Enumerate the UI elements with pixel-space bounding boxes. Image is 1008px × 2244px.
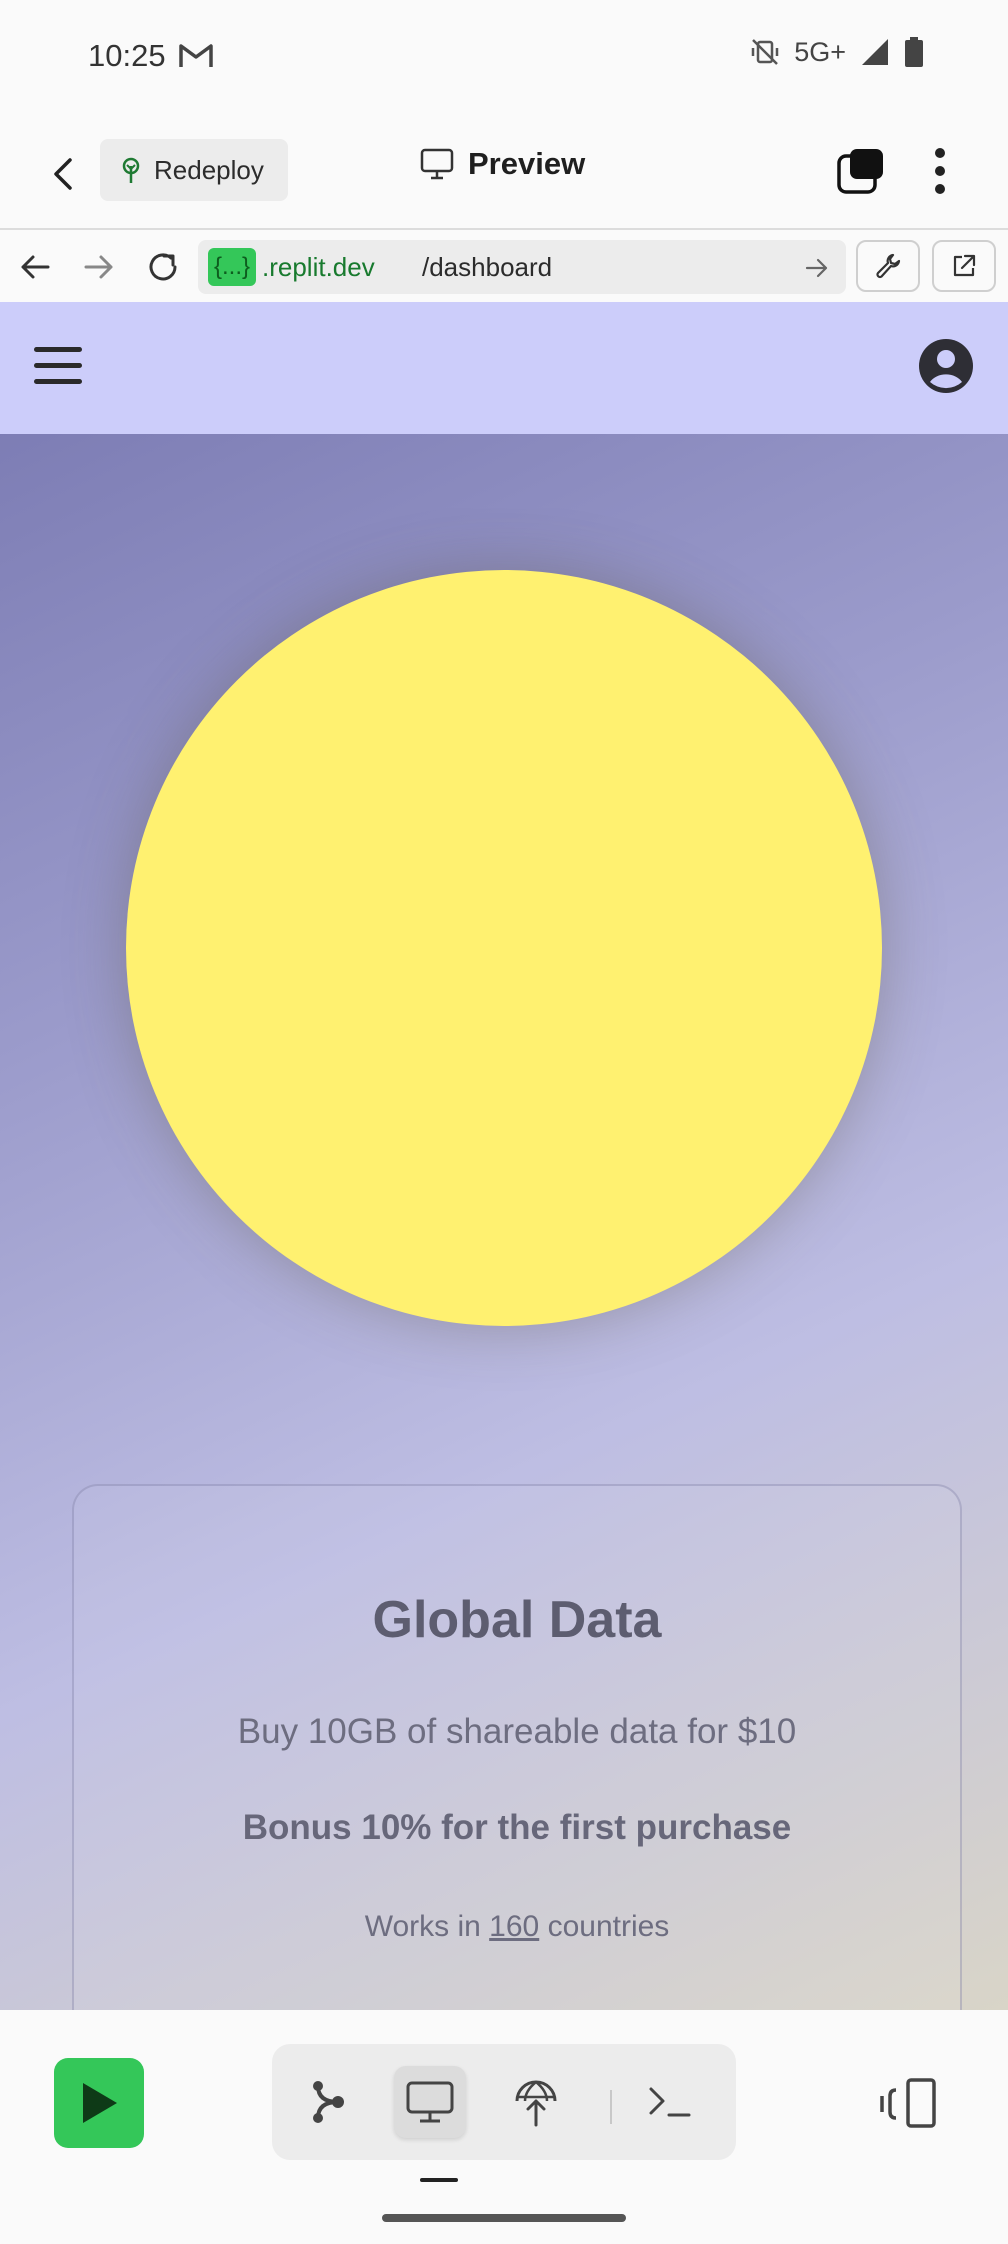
redeploy-icon [122, 157, 140, 183]
console-button[interactable] [634, 2066, 706, 2138]
web-preview: Global Data Buy 10GB of shareable data f… [0, 302, 1008, 2010]
tabs-icon[interactable] [836, 146, 886, 196]
card-subtitle: Buy 10GB of shareable data for $10 [237, 1712, 797, 1751]
battery-icon [905, 37, 923, 67]
preview-tab-button[interactable] [394, 2066, 466, 2138]
git-icon [313, 2081, 344, 2123]
status-icons: 5G+ [750, 36, 924, 68]
preview-title: Preview [420, 146, 585, 182]
gmail-icon [179, 44, 213, 67]
card-title: Global Data [372, 1591, 662, 1649]
play-icon [83, 2083, 117, 2123]
menu-icon[interactable] [34, 344, 82, 388]
back-icon[interactable] [16, 248, 54, 286]
url-domain: .replit.dev [262, 252, 375, 282]
works-suffix: countries [547, 1910, 670, 1943]
deploy-button[interactable] [500, 2066, 572, 2138]
app-header: Redeploy Preview [0, 116, 1008, 228]
side-panel-icon[interactable] [880, 2076, 938, 2132]
bottom-toolbar [0, 2010, 1008, 2244]
url-bar: {...} .replit.dev /dashboard [0, 228, 1008, 304]
preview-title-text: Preview [468, 146, 586, 181]
product-card: Global Data Buy 10GB of shareable data f… [72, 1484, 962, 2010]
redeploy-button[interactable]: Redeploy [100, 139, 288, 201]
countries-count-link[interactable]: 160 [489, 1910, 539, 1943]
mute-vibrate-icon [751, 39, 779, 65]
sun-graphic [126, 570, 882, 1326]
monitor-icon [406, 2081, 454, 2123]
terminal-icon [649, 2087, 691, 2117]
forward-icon[interactable] [80, 248, 118, 286]
active-tab-indicator [420, 2178, 458, 2182]
url-domain-chip: {...} [208, 248, 257, 286]
external-link-icon [953, 254, 976, 277]
card-works-in: Works in 160 countries [74, 1910, 960, 1944]
works-prefix: Works in [364, 1910, 481, 1943]
network-label: 5G+ [794, 36, 846, 67]
redeploy-label: Redeploy [154, 154, 264, 185]
url-path: /dashboard [422, 252, 553, 282]
monitor-icon [420, 148, 454, 180]
more-vert-icon[interactable] [922, 144, 958, 198]
dock-separator [610, 2090, 612, 2124]
globe-upload-icon [515, 2080, 557, 2127]
wrench-icon [876, 253, 901, 279]
home-indicator[interactable] [382, 2214, 626, 2222]
back-arrow-icon[interactable] [40, 150, 88, 198]
card-bonus: Bonus 10% for the first purchase [242, 1808, 792, 1847]
tool-dock [272, 2044, 736, 2160]
status-time: 10:25 [88, 38, 166, 73]
account-icon[interactable] [918, 338, 974, 394]
open-external-button[interactable] [932, 240, 996, 292]
url-input[interactable]: {...} .replit.dev /dashboard [198, 240, 846, 294]
site-header [0, 302, 1008, 434]
run-button[interactable] [54, 2058, 144, 2148]
refresh-icon[interactable] [144, 248, 182, 286]
status-bar: 10:25 5G+ [0, 0, 1008, 116]
signal-icon [862, 39, 888, 65]
devtools-button[interactable] [856, 240, 920, 292]
go-arrow-icon[interactable] [804, 255, 830, 281]
git-button[interactable] [292, 2066, 364, 2138]
